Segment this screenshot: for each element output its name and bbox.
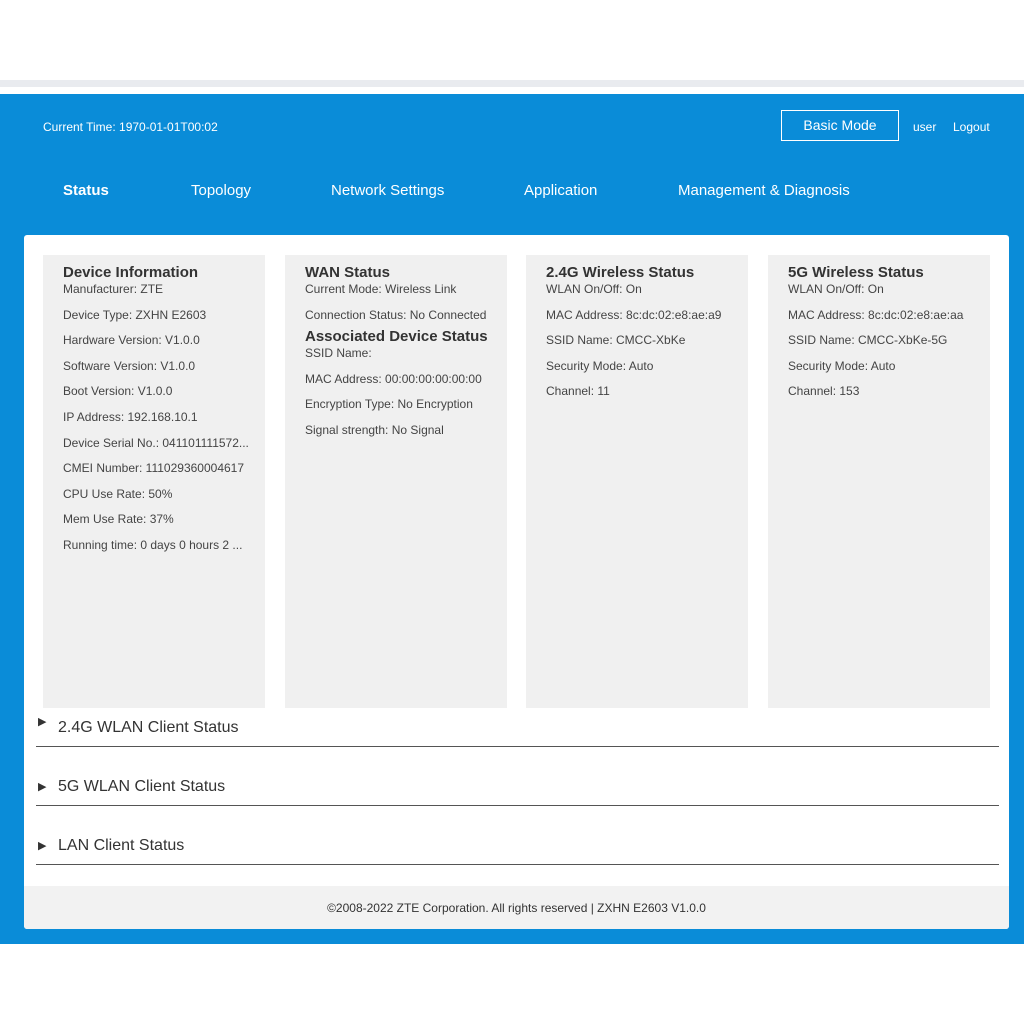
wlan-5g-mac-value: MAC Address: 8c:dc:02:e8:ae:aa xyxy=(788,307,964,322)
cmei-number-value: CMEI Number: 111029360004617 xyxy=(63,461,245,476)
footer-copyright: ©2008-2022 ZTE Corporation. All rights r… xyxy=(24,886,1009,929)
expand-arrow-icon[interactable]: ▶ xyxy=(38,715,46,728)
boot-version-value: Boot Version: V1.0.0 xyxy=(63,384,173,399)
wlan-24g-mac-value: MAC Address: 8c:dc:02:e8:ae:a9 xyxy=(546,307,722,322)
wireless-24g-status-title: 2.4G Wireless Status xyxy=(546,264,695,281)
status-content-panel: Device Information Manufacturer: ZTE Dev… xyxy=(24,235,1009,929)
cpu-use-rate-value: CPU Use Rate: 50% xyxy=(63,486,173,501)
ip-address-value: IP Address: 192.168.10.1 xyxy=(63,409,198,424)
wlan-5g-security-value: Security Mode: Auto xyxy=(788,358,896,373)
device-information-card: Device Information Manufacturer: ZTE Dev… xyxy=(43,255,265,708)
nav-tab-management-diagnosis[interactable]: Management & Diagnosis xyxy=(678,182,850,199)
top-divider-strip xyxy=(0,80,1024,87)
wlan-24g-ssid-value: SSID Name: CMCC-XbKe xyxy=(546,333,686,348)
section-title: 5G WLAN Client Status xyxy=(58,778,226,795)
expand-arrow-icon[interactable]: ▶ xyxy=(38,780,46,793)
wan-status-card: WAN Status Current Mode: Wireless Link C… xyxy=(285,255,507,708)
wlan-5g-onoff-value: WLAN On/Off: On xyxy=(788,282,884,296)
assoc-ssid-name-value: SSID Name: xyxy=(305,346,372,361)
nav-tab-status[interactable]: Status xyxy=(63,182,109,199)
user-label: user xyxy=(913,120,937,134)
logout-link[interactable]: Logout xyxy=(953,120,990,134)
wireless-5g-status-card: 5G Wireless Status WLAN On/Off: On MAC A… xyxy=(768,255,990,708)
assoc-signal-strength-value: Signal strength: No Signal xyxy=(305,422,444,437)
section-5g-wlan-client-status[interactable]: ▶ 5G WLAN Client Status xyxy=(36,761,999,806)
software-version-value: Software Version: V1.0.0 xyxy=(63,358,196,373)
wireless-5g-status-title: 5G Wireless Status xyxy=(788,264,924,281)
current-time-label: Current Time: 1970-01-01T00:02 xyxy=(43,120,218,134)
wireless-24g-status-card: 2.4G Wireless Status WLAN On/Off: On MAC… xyxy=(526,255,748,708)
device-type-value: Device Type: ZXHN E2603 xyxy=(63,307,207,322)
current-mode-value: Current Mode: Wireless Link xyxy=(305,282,457,296)
wlan-5g-channel-value: Channel: 153 xyxy=(788,384,860,399)
wlan-24g-channel-value: Channel: 11 xyxy=(546,384,610,399)
hardware-version-value: Hardware Version: V1.0.0 xyxy=(63,333,200,348)
wlan-5g-ssid-value: SSID Name: CMCC-XbKe-5G xyxy=(788,333,948,348)
expand-arrow-icon[interactable]: ▶ xyxy=(38,839,46,852)
mem-use-rate-value: Mem Use Rate: 37% xyxy=(63,512,174,527)
assoc-mac-address-value: MAC Address: 00:00:00:00:00:00 xyxy=(305,371,482,386)
wlan-24g-onoff-value: WLAN On/Off: On xyxy=(546,282,642,296)
nav-tab-application[interactable]: Application xyxy=(524,182,597,199)
section-lan-client-status[interactable]: ▶ LAN Client Status xyxy=(36,820,999,865)
basic-mode-button[interactable]: Basic Mode xyxy=(781,110,899,141)
section-24g-wlan-client-status[interactable]: ▶ 2.4G WLAN Client Status xyxy=(36,702,999,747)
nav-tab-network-settings[interactable]: Network Settings xyxy=(331,182,444,199)
serial-number-value: Device Serial No.: 041101111572... xyxy=(63,435,249,450)
wlan-24g-security-value: Security Mode: Auto xyxy=(546,358,654,373)
device-information-title: Device Information xyxy=(63,264,199,281)
wan-status-title: WAN Status xyxy=(305,264,391,281)
section-title: 2.4G WLAN Client Status xyxy=(58,719,239,736)
running-time-value: Running time: 0 days 0 hours 2 ... xyxy=(63,537,243,552)
assoc-encryption-type-value: Encryption Type: No Encryption xyxy=(305,397,473,412)
nav-tab-topology[interactable]: Topology xyxy=(191,182,251,199)
section-title: LAN Client Status xyxy=(58,837,185,854)
associated-device-status-title: Associated Device Status xyxy=(305,328,488,346)
manufacturer-value: Manufacturer: ZTE xyxy=(63,282,164,296)
